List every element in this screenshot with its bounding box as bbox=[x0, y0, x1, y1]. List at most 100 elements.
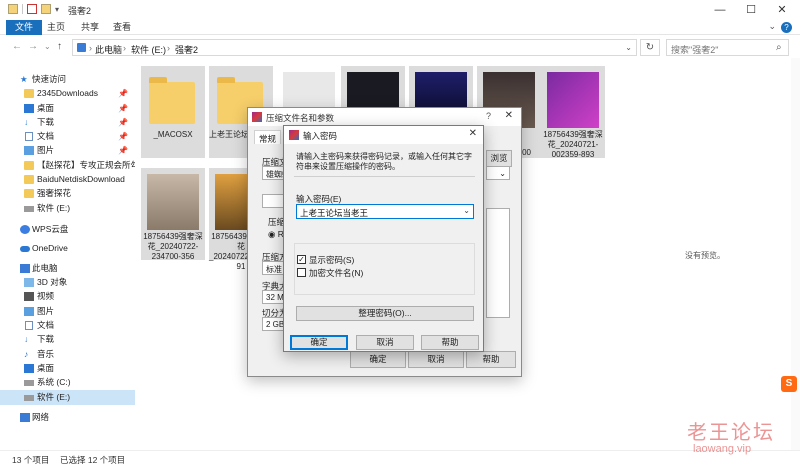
checkmark-icon: ✓ bbox=[297, 255, 306, 264]
nav-item-documents[interactable]: 文档 📌 bbox=[0, 129, 135, 144]
tab-file[interactable]: 文件 bbox=[6, 20, 43, 35]
pin-icon: 📌 bbox=[118, 104, 128, 113]
pin-icon: 📌 bbox=[118, 132, 128, 141]
nav-pc-documents[interactable]: 文档 bbox=[0, 318, 135, 333]
close-button[interactable]: ✕ bbox=[767, 0, 797, 20]
address-row: ← → ⌄ ↑ › 此电脑 › 软件 (E:) › 强奢2 ⌄ ↻ 搜索"强奢2… bbox=[0, 36, 800, 58]
chevron-down-icon[interactable]: ⌄ bbox=[463, 206, 470, 215]
nav-item-drive-e[interactable]: 软件 (E:) bbox=[0, 201, 135, 216]
nav-onedrive[interactable]: OneDrive bbox=[0, 241, 135, 256]
pin-icon: 📌 bbox=[118, 118, 128, 127]
folder-icon bbox=[24, 161, 34, 170]
nav-pc-music[interactable]: ♪ 音乐 bbox=[0, 347, 135, 362]
nav-item-folder-zhao[interactable]: 【赵探花】专攻正规会所勾搭 bbox=[0, 158, 135, 173]
nav-pc-downloads[interactable]: ↓ 下载 bbox=[0, 332, 135, 347]
nav-quick-access[interactable]: ★ 快速访问 bbox=[0, 72, 135, 87]
window-titlebar: ▾ 强奢2 — ☐ ✕ bbox=[0, 0, 800, 20]
browse-button[interactable]: 浏览(B)... bbox=[486, 150, 512, 178]
breadcrumb-drive-e[interactable]: 软件 (E:) bbox=[131, 43, 166, 56]
folder-icon bbox=[24, 189, 34, 198]
file-tile[interactable]: _MACOSX bbox=[141, 66, 205, 158]
up-icon[interactable]: ↑ bbox=[57, 41, 62, 52]
nav-item-pictures[interactable]: 图片 📌 bbox=[0, 143, 135, 158]
chevron-down-icon[interactable]: ⌄ bbox=[486, 166, 510, 180]
cancel-button[interactable]: 取消 bbox=[408, 351, 464, 368]
divider bbox=[294, 176, 475, 177]
nav-this-pc[interactable]: 此电脑 bbox=[0, 261, 135, 276]
minimize-button[interactable]: — bbox=[705, 0, 735, 20]
divider bbox=[22, 4, 23, 14]
nav-pc-videos[interactable]: 视频 bbox=[0, 289, 135, 304]
star-icon: ★ bbox=[20, 74, 28, 84]
download-icon: ↓ bbox=[24, 117, 29, 127]
close-button[interactable]: ✕ bbox=[469, 128, 477, 139]
chevron-down-icon[interactable]: ⌄ bbox=[625, 43, 632, 52]
folder-icon bbox=[8, 4, 18, 14]
cancel-button[interactable]: 取消 bbox=[356, 335, 414, 350]
download-icon: ↓ bbox=[24, 334, 29, 344]
tab-share[interactable]: 共享 bbox=[72, 20, 108, 35]
help-button[interactable]: 帮助 bbox=[421, 335, 479, 350]
drive-icon bbox=[24, 380, 34, 386]
new-folder-icon[interactable] bbox=[41, 4, 51, 14]
cube-icon bbox=[24, 278, 34, 287]
pin-icon: 📌 bbox=[118, 146, 128, 155]
nav-item-2345downloads[interactable]: 2345Downloads 📌 bbox=[0, 86, 135, 101]
image-thumbnail bbox=[547, 72, 599, 128]
tab-home[interactable]: 主页 bbox=[38, 20, 74, 35]
winrar-icon bbox=[289, 130, 299, 140]
nav-item-desktop[interactable]: 桌面 📌 bbox=[0, 101, 135, 116]
nav-pc-pictures[interactable]: 图片 bbox=[0, 304, 135, 319]
file-tile[interactable]: 18756439强奢深花_20240721-002359-893 bbox=[541, 66, 605, 159]
this-pc-icon bbox=[20, 264, 30, 273]
file-tile[interactable]: 18756439强奢深花_20240722-234700-356 bbox=[141, 168, 205, 261]
nav-pc-drive-e[interactable]: 软件 (E:) bbox=[0, 390, 135, 405]
recent-locations-icon[interactable]: ⌄ bbox=[44, 42, 51, 51]
organize-passwords-button[interactable]: 整理密码(O)... bbox=[296, 306, 474, 321]
breadcrumb-folder[interactable]: 强奢2 bbox=[175, 43, 198, 56]
nav-item-baidunetdisk[interactable]: BaiduNetdiskDownload bbox=[0, 172, 135, 187]
cloud-icon bbox=[20, 225, 30, 234]
nav-pc-desktop[interactable]: 桌面 bbox=[0, 361, 135, 376]
password-input[interactable]: 上老王论坛当老王 ⌄ bbox=[296, 204, 474, 219]
expand-ribbon-icon[interactable]: ⌄ bbox=[768, 21, 776, 32]
refresh-button[interactable]: ↻ bbox=[640, 39, 660, 56]
forward-icon[interactable]: → bbox=[28, 41, 38, 52]
enter-password-dialog: 输入密码 ✕ 请输入主密码来获得密码记录，或输入任何其它字符串来设置压缩操作的密… bbox=[283, 125, 484, 352]
video-icon bbox=[24, 292, 34, 301]
nav-pc-3d-objects[interactable]: 3D 对象 bbox=[0, 275, 135, 290]
ime-icon[interactable]: S bbox=[781, 376, 797, 392]
maximize-button[interactable]: ☐ bbox=[736, 0, 766, 20]
back-icon[interactable]: ← bbox=[12, 41, 22, 52]
dialog-title: 输入密码 bbox=[303, 131, 338, 141]
breadcrumb-sep: › bbox=[167, 43, 170, 53]
help-icon[interactable]: ? bbox=[781, 22, 792, 33]
ok-button[interactable]: 确定 bbox=[350, 351, 406, 368]
pictures-icon bbox=[24, 146, 34, 155]
nav-pc-drive-c[interactable]: 系统 (C:) bbox=[0, 375, 135, 390]
address-bar[interactable]: › 此电脑 › 软件 (E:) › 强奢2 ⌄ bbox=[72, 39, 637, 56]
ok-button[interactable]: 确定 bbox=[290, 335, 348, 350]
nav-item-downloads[interactable]: ↓ 下载 📌 bbox=[0, 115, 135, 130]
tab-general[interactable]: 常规 bbox=[254, 130, 282, 144]
nav-network[interactable]: 网络 bbox=[0, 410, 135, 425]
document-icon bbox=[25, 321, 33, 330]
properties-icon[interactable] bbox=[27, 4, 37, 14]
breadcrumb-this-pc[interactable]: 此电脑 bbox=[95, 43, 122, 56]
breadcrumb-sep: › bbox=[123, 43, 126, 53]
nav-wps-cloud[interactable]: WPS云盘 bbox=[0, 222, 135, 237]
close-button[interactable]: ✕ bbox=[505, 110, 513, 121]
folder-icon bbox=[24, 89, 34, 98]
help-button[interactable]: ? bbox=[486, 111, 491, 121]
item-count: 13 个项目 bbox=[12, 455, 50, 465]
image-thumbnail bbox=[147, 174, 199, 230]
search-icon[interactable]: ⌕ bbox=[776, 42, 782, 53]
chevron-down-icon[interactable]: ▾ bbox=[55, 5, 59, 14]
nav-item-qiangshe[interactable]: 强奢探花 bbox=[0, 186, 135, 201]
onedrive-icon bbox=[20, 246, 30, 252]
dialog-title: 压缩文件名和参数 bbox=[266, 113, 335, 123]
dialog-titlebar: 输入密码 ✕ bbox=[284, 126, 483, 144]
search-input[interactable]: 搜索"强奢2" bbox=[666, 39, 789, 56]
tab-view[interactable]: 查看 bbox=[104, 20, 140, 35]
help-button[interactable]: 帮助 bbox=[466, 351, 516, 368]
